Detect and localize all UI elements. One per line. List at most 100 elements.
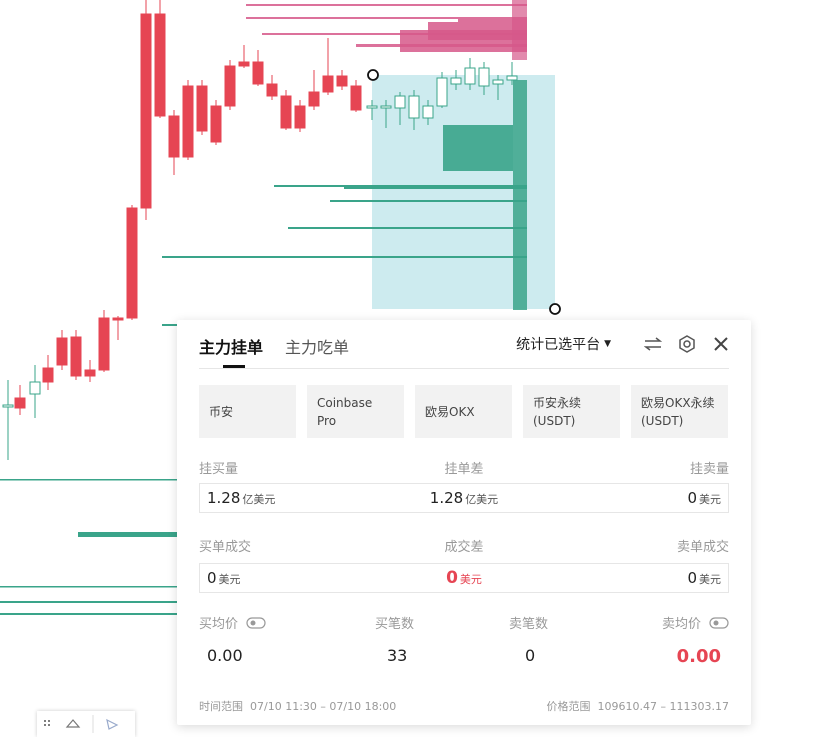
time-range-label: 时间范围: [199, 700, 243, 713]
price-range-value: 109610.47 – 111303.17: [597, 700, 729, 713]
order-diff-value: 1.28 亿美元: [378, 489, 549, 507]
candle-body: [280, 95, 292, 129]
range-handle: [549, 303, 561, 315]
sell-orders-amount: 0: [687, 489, 697, 507]
buy-wall-bar: [0, 586, 177, 588]
tab-main-orders[interactable]: 主力挂单: [199, 334, 263, 368]
sell-wall-bar: [246, 17, 527, 19]
buy-wall-bar: [344, 187, 527, 189]
buy-wall-bar: [162, 256, 527, 258]
candle-body: [464, 67, 476, 85]
candle-body: [350, 85, 362, 111]
exchange-coinbase[interactable]: Coinbase Pro: [307, 385, 404, 438]
candle-body: [168, 115, 180, 158]
orders-labels: 挂买量 挂单差 挂卖量: [199, 458, 729, 477]
panel-tabs: 主力挂单 主力吃单: [199, 334, 371, 368]
candle-body: [408, 95, 420, 119]
candle-body: [266, 83, 278, 97]
sell-orders-unit: 美元: [698, 493, 721, 506]
candle-body: [506, 75, 518, 81]
candle-body: [154, 13, 166, 117]
candle-body: [478, 67, 490, 87]
candle-body: [436, 77, 448, 107]
buy-wall-bar: [0, 613, 177, 615]
exchange-list: 币安 Coinbase Pro 欧易OKX 币安永续(USDT) 欧易OKX永续…: [199, 385, 728, 438]
candle-body: [252, 61, 264, 85]
candle-body: [366, 105, 378, 109]
buy-wall-block: [443, 125, 513, 171]
price-range-label: 价格范围: [546, 700, 591, 713]
panel-footer: 时间范围 07/10 11:30 – 07/10 18:00 价格范围 1096…: [199, 698, 729, 714]
candle-body: [380, 105, 392, 109]
drawing-toolbar: [37, 711, 135, 737]
candle-body: [29, 381, 41, 395]
exchange-binance[interactable]: 币安: [199, 385, 296, 438]
exchange-binance-perp[interactable]: 币安永续(USDT): [523, 385, 620, 438]
trade-diff-value: 0 美元: [378, 568, 549, 588]
candle-body: [84, 369, 96, 377]
settings-icon[interactable]: [677, 334, 697, 354]
selection-range: [372, 75, 555, 309]
candle-body: [294, 105, 306, 129]
trades-labels: 买单成交 成交差 卖单成交: [199, 536, 729, 555]
candle-body: [492, 79, 504, 85]
candle-body: [336, 75, 348, 87]
time-range: 时间范围 07/10 11:30 – 07/10 18:00: [199, 698, 396, 714]
price-range: 价格范围 109610.47 – 111303.17: [547, 698, 729, 714]
label-buy-avg-price: 买均价: [199, 613, 266, 632]
buy-wall-bar: [288, 227, 527, 229]
buy-orders-value: 1.28 亿美元: [207, 489, 378, 507]
time-range-value: 07/10 11:30 – 07/10 18:00: [250, 700, 397, 713]
label-buy-count: 买笔数: [375, 617, 415, 632]
toggle-icon[interactable]: [246, 616, 266, 629]
candle-body: [140, 13, 152, 209]
candle-body: [450, 77, 462, 85]
buy-count: 33: [387, 646, 408, 665]
order-diff-amount: 1.28: [429, 489, 464, 507]
trades-values: 0 美元 0 美元 0 美元: [199, 563, 729, 593]
sell-wall-bar: [246, 4, 527, 6]
buy-trades-unit: 美元: [218, 573, 241, 586]
orders-values: 1.28 亿美元 1.28 亿美元 0 美元: [199, 483, 729, 513]
caret-down-icon: ▼: [604, 339, 611, 349]
candle-body: [238, 61, 250, 67]
toggle-icon[interactable]: [709, 616, 729, 629]
close-icon[interactable]: [711, 334, 731, 354]
panel-header-actions: 统计已选平台 ▼: [516, 334, 731, 354]
candle-body: [182, 85, 194, 158]
buy-wall-column: [513, 80, 527, 310]
buy-wall-bar: [274, 185, 527, 187]
stats-labels: 买均价 买笔数 卖笔数 卖均价: [199, 613, 729, 633]
buy-avg-price: 0.00: [207, 646, 243, 665]
sell-wall-column: [512, 0, 527, 60]
candle-body: [196, 85, 208, 132]
buy-wall-bar: [0, 601, 177, 603]
sell-orders-value: 0 美元: [550, 489, 721, 507]
candle-body: [394, 95, 406, 109]
trade-diff-unit: 美元: [459, 573, 482, 586]
platform-select[interactable]: 统计已选平台 ▼: [516, 334, 611, 354]
candle-body: [42, 367, 54, 383]
tab-main-trades[interactable]: 主力吃单: [285, 334, 349, 368]
candle-body: [210, 105, 222, 143]
label-sell-avg-price: 卖均价: [662, 613, 729, 632]
trade-diff-amount: 0: [446, 568, 458, 588]
sell-trades-unit: 美元: [698, 573, 721, 586]
platform-select-label: 统计已选平台: [516, 337, 601, 353]
toolbar-icons[interactable]: [37, 711, 135, 737]
swap-icon[interactable]: [643, 334, 663, 354]
buy-wall-bar: [78, 532, 177, 537]
exchange-okx[interactable]: 欧易OKX: [415, 385, 512, 438]
buy-orders-amount: 1.28: [207, 489, 241, 507]
label-sell-trades: 卖单成交: [677, 540, 730, 555]
candle-body: [126, 207, 138, 319]
label-trade-diff: 成交差: [444, 540, 484, 555]
label-sell-avg-price-text: 卖均价: [661, 617, 701, 632]
candle-body: [322, 75, 334, 93]
sell-count: 0: [525, 646, 536, 665]
sell-trades-value: 0 美元: [550, 569, 721, 587]
candle-body: [308, 91, 320, 107]
exchange-okx-perp[interactable]: 欧易OKX永续(USDT): [631, 385, 728, 438]
label-order-diff: 挂单差: [444, 462, 484, 477]
buy-trades-value: 0 美元: [207, 569, 378, 587]
